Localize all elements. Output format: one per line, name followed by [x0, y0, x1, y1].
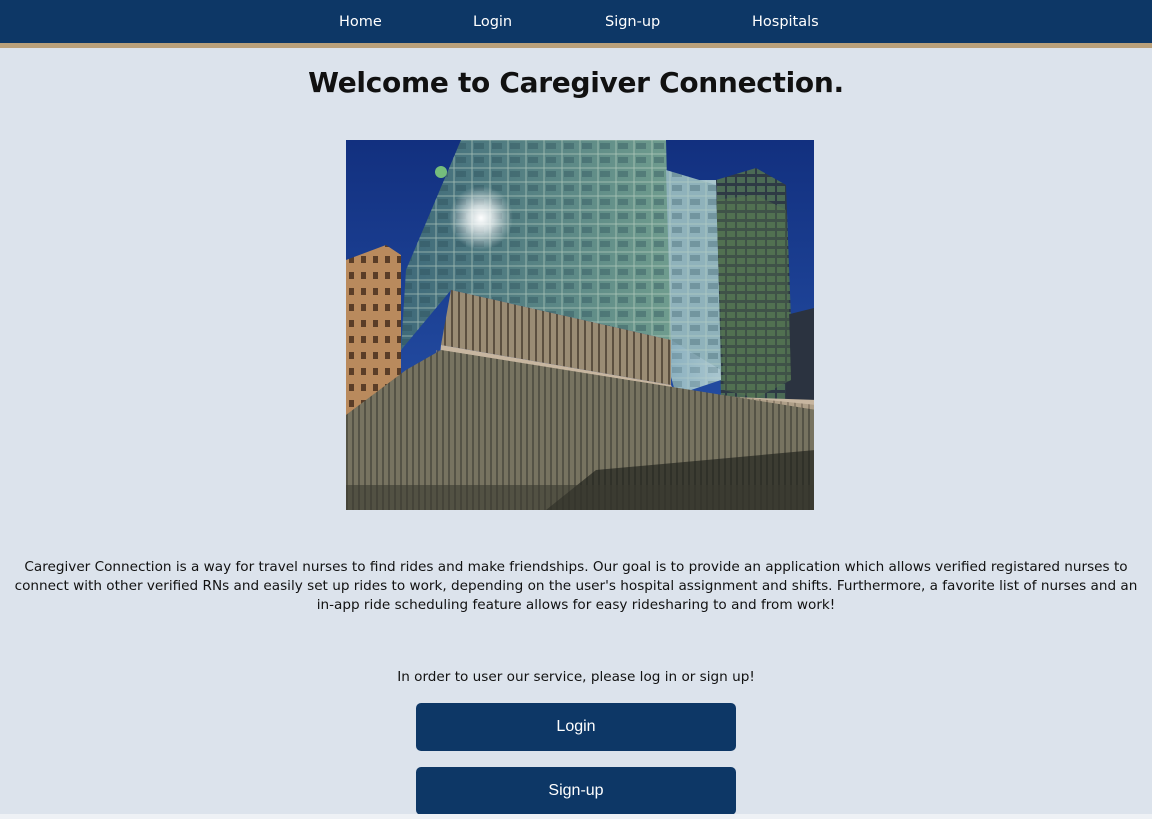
page-title: Welcome to Caregiver Connection. — [308, 66, 844, 99]
login-prompt-text: In order to user our service, please log… — [397, 669, 755, 685]
nav-login-link[interactable]: Login — [473, 14, 512, 30]
signup-button[interactable]: Sign-up — [416, 767, 736, 815]
service-description: Caregiver Connection is a way for travel… — [14, 559, 1138, 613]
hospital-building-image — [346, 140, 814, 510]
nav-home-link[interactable]: Home — [339, 14, 382, 30]
nav-signup-link[interactable]: Sign-up — [605, 14, 660, 30]
login-button[interactable]: Login — [416, 703, 736, 751]
page-bottom-edge — [0, 814, 1152, 819]
nav-hospitals-link[interactable]: Hospitals — [752, 14, 819, 30]
top-navbar: Home Login Sign-up Hospitals — [0, 0, 1152, 48]
